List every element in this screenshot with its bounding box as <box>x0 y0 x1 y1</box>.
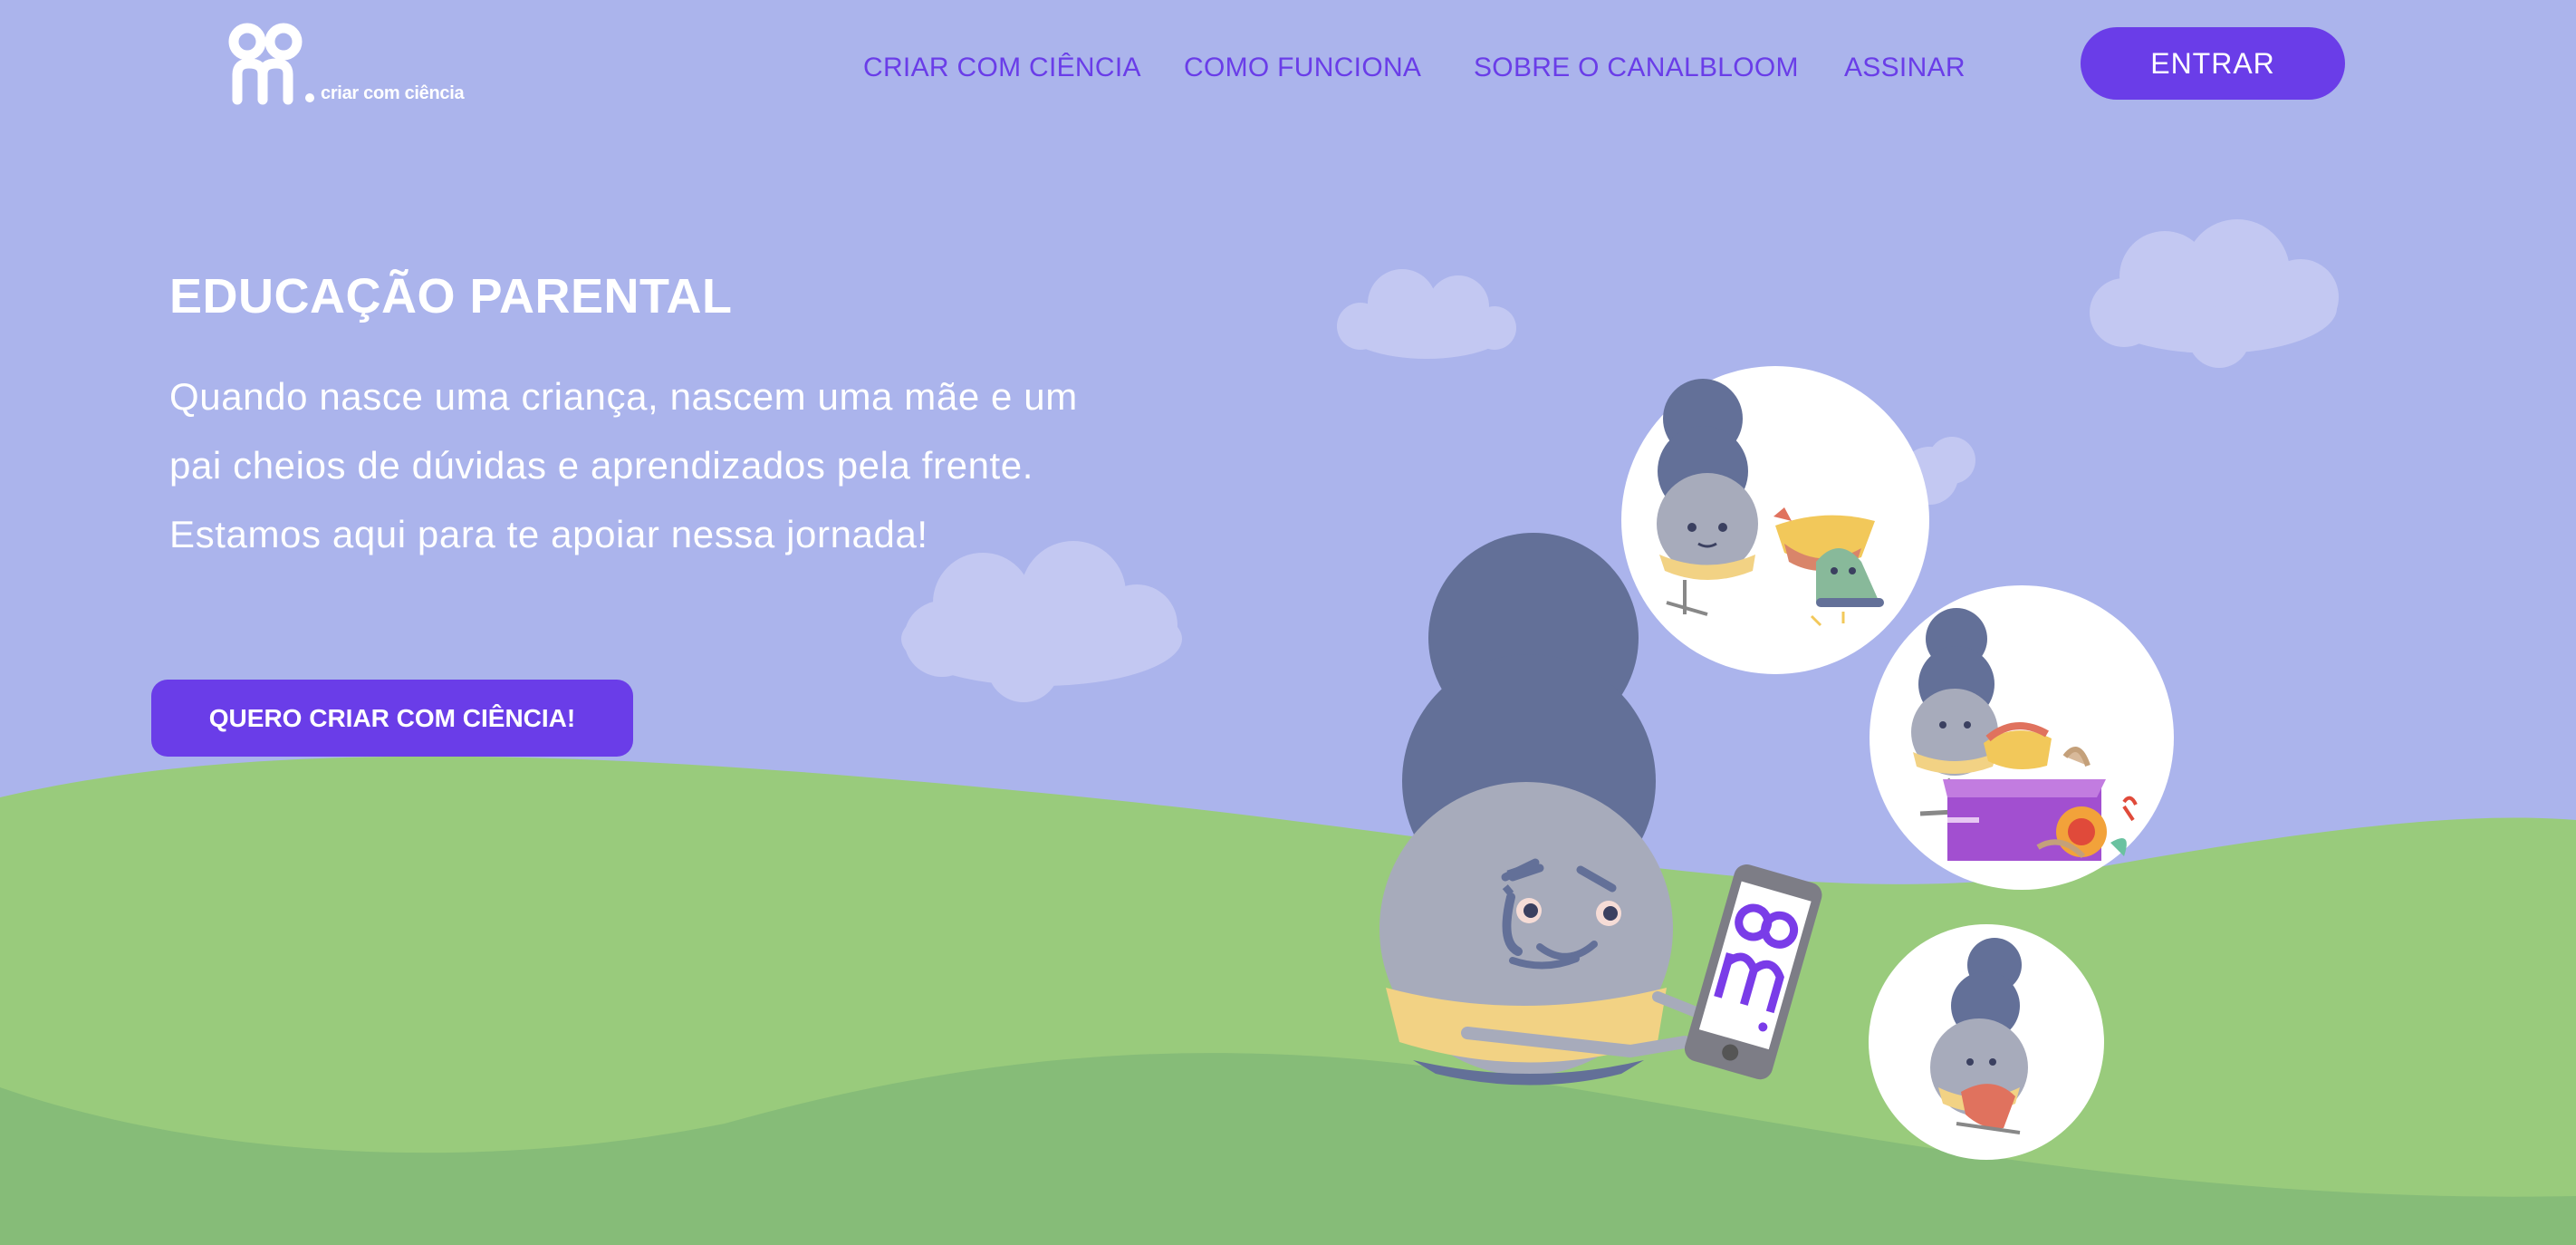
cta-button[interactable]: QUERO CRIAR COM CIÊNCIA! <box>151 680 633 757</box>
login-button[interactable]: ENTRAR <box>2081 27 2345 100</box>
hero-title: EDUCAÇÃO PARENTAL <box>169 269 733 323</box>
hero-description: Quando nasce uma criança, nascem uma mãe… <box>169 375 1078 555</box>
nav-link-sobre-o-canalbloom[interactable]: SOBRE O CANALBLOOM <box>1474 53 1799 83</box>
nav-link-assinar[interactable]: ASSINAR <box>1844 53 1966 83</box>
cloud-middle <box>1337 269 1516 359</box>
logo-tagline: criar com ciência <box>321 83 465 103</box>
cloud-right <box>2090 219 2339 368</box>
vignette-mother-cooking <box>1869 924 2104 1160</box>
nav-link-como-funciona[interactable]: COMO FUNCIONA <box>1184 53 1421 83</box>
vignette-mother-with-children <box>1621 366 1929 674</box>
nav-link-criar-com-ciencia[interactable]: CRIAR COM CIÊNCIA <box>863 53 1141 83</box>
hero-background-scene <box>0 23 2576 1245</box>
vignette-toy-box <box>1870 585 2174 890</box>
